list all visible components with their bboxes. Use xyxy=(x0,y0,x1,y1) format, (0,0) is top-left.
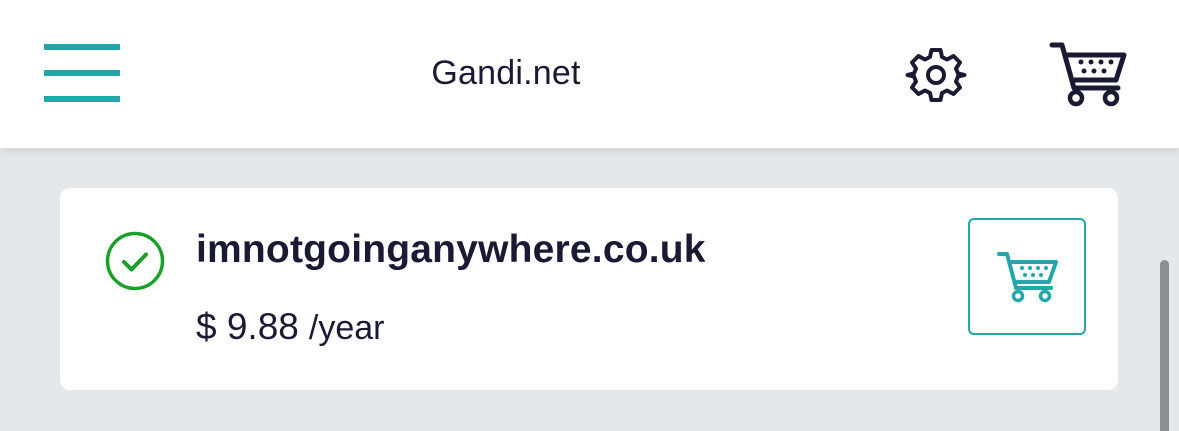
scrollbar[interactable] xyxy=(1160,260,1169,431)
menu-button[interactable] xyxy=(42,40,124,110)
shopping-cart-icon xyxy=(997,252,1058,303)
gear-icon xyxy=(905,48,967,102)
domain-result-card: imnotgoinganywhere.co.uk $ 9.88/year xyxy=(60,188,1118,390)
page: Gandi.net imnotgoinganywhere.co.uk $ 9.8… xyxy=(0,0,1179,431)
price-amount: $ 9.88 xyxy=(196,306,299,347)
price-line: $ 9.88/year xyxy=(196,306,384,348)
app-header: Gandi.net xyxy=(0,0,1179,148)
price-period: /year xyxy=(308,309,385,347)
header-cart-button[interactable] xyxy=(1048,40,1130,108)
header-title: Gandi.net xyxy=(431,54,581,92)
add-to-cart-button[interactable] xyxy=(968,218,1086,335)
check-circle-icon xyxy=(105,231,165,291)
settings-button[interactable] xyxy=(904,44,968,106)
shopping-cart-icon xyxy=(1049,42,1127,107)
domain-name: imnotgoinganywhere.co.uk xyxy=(196,228,706,271)
